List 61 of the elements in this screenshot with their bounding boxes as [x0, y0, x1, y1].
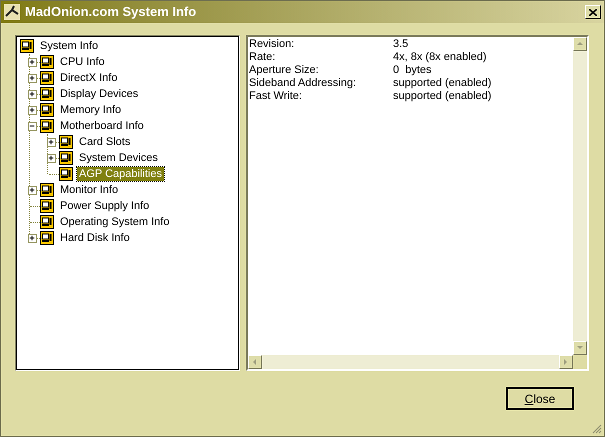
- computer-icon: [40, 71, 54, 85]
- property-name: Revision:: [249, 38, 296, 51]
- scrollbar-corner: [573, 355, 587, 369]
- computer-icon: [40, 215, 54, 229]
- app-logo-icon: [4, 4, 20, 20]
- property-value: supported (enabled): [393, 77, 492, 90]
- tree-item[interactable]: System Devices: [77, 151, 160, 165]
- computer-icon: [40, 87, 54, 101]
- scroll-up-button[interactable]: [573, 37, 587, 51]
- computer-icon: [59, 167, 73, 181]
- close-button[interactable]: Close: [506, 387, 574, 410]
- property-value: 4x, 8x (8x enabled): [393, 51, 487, 64]
- property-name: Aperture Size:: [249, 64, 320, 77]
- down-arrow-icon: [576, 344, 584, 352]
- property-name: Sideband Addressing:: [249, 77, 358, 90]
- tree-item[interactable]: Memory Info: [58, 103, 124, 117]
- left-arrow-icon: [251, 358, 259, 366]
- expand-toggle[interactable]: +: [46, 154, 56, 162]
- expand-toggle[interactable]: +: [28, 58, 36, 66]
- tree-item[interactable]: AGP Capabilities: [77, 167, 164, 181]
- property-name: Rate:: [249, 51, 276, 64]
- computer-icon: [40, 199, 54, 213]
- close-icon[interactable]: [585, 5, 601, 19]
- tree-item[interactable]: CPU Info: [58, 55, 107, 69]
- computer-icon: [40, 231, 54, 245]
- tree-item[interactable]: DirectX Info: [58, 71, 120, 85]
- right-arrow-icon: [562, 358, 570, 366]
- computer-icon: [40, 103, 54, 117]
- vertical-scrollbar[interactable]: [573, 37, 587, 355]
- expand-toggle[interactable]: +: [28, 186, 36, 194]
- tree-item[interactable]: Monitor Info: [58, 183, 120, 197]
- computer-icon: [59, 135, 73, 149]
- tree-item[interactable]: Hard Disk Info: [58, 231, 132, 245]
- tree-item[interactable]: Display Devices: [58, 87, 140, 101]
- property-value: 0 bytes: [393, 64, 432, 77]
- computer-icon: [40, 183, 54, 197]
- tree-item[interactable]: Card Slots: [77, 135, 132, 149]
- property-value: supported (enabled): [393, 90, 492, 103]
- expand-toggle[interactable]: +: [28, 90, 36, 98]
- horizontal-scrollbar[interactable]: [248, 355, 573, 369]
- resize-grip-icon[interactable]: [592, 424, 602, 434]
- scroll-left-button[interactable]: [248, 355, 262, 369]
- property-value: 3.5: [393, 38, 408, 51]
- computer-icon: [40, 119, 54, 133]
- expand-toggle[interactable]: +: [28, 74, 36, 82]
- computer-icon: [59, 151, 73, 165]
- scroll-right-button[interactable]: [559, 355, 573, 369]
- window-title: MadOnion.com System Info: [25, 3, 196, 22]
- computer-icon: [20, 39, 34, 53]
- tree-item[interactable]: Motherboard Info: [58, 119, 146, 133]
- up-arrow-icon: [576, 40, 584, 48]
- expand-toggle[interactable]: −: [28, 122, 36, 130]
- expand-toggle[interactable]: +: [46, 138, 56, 146]
- computer-icon: [40, 55, 54, 69]
- tree-item[interactable]: Operating System Info: [58, 215, 172, 229]
- expand-toggle[interactable]: +: [28, 234, 36, 242]
- tree-item[interactable]: System Info: [38, 39, 100, 53]
- scroll-down-button[interactable]: [573, 341, 587, 355]
- property-name: Fast Write:: [249, 90, 303, 103]
- expand-toggle[interactable]: +: [28, 106, 36, 114]
- tree-item[interactable]: Power Supply Info: [58, 199, 152, 213]
